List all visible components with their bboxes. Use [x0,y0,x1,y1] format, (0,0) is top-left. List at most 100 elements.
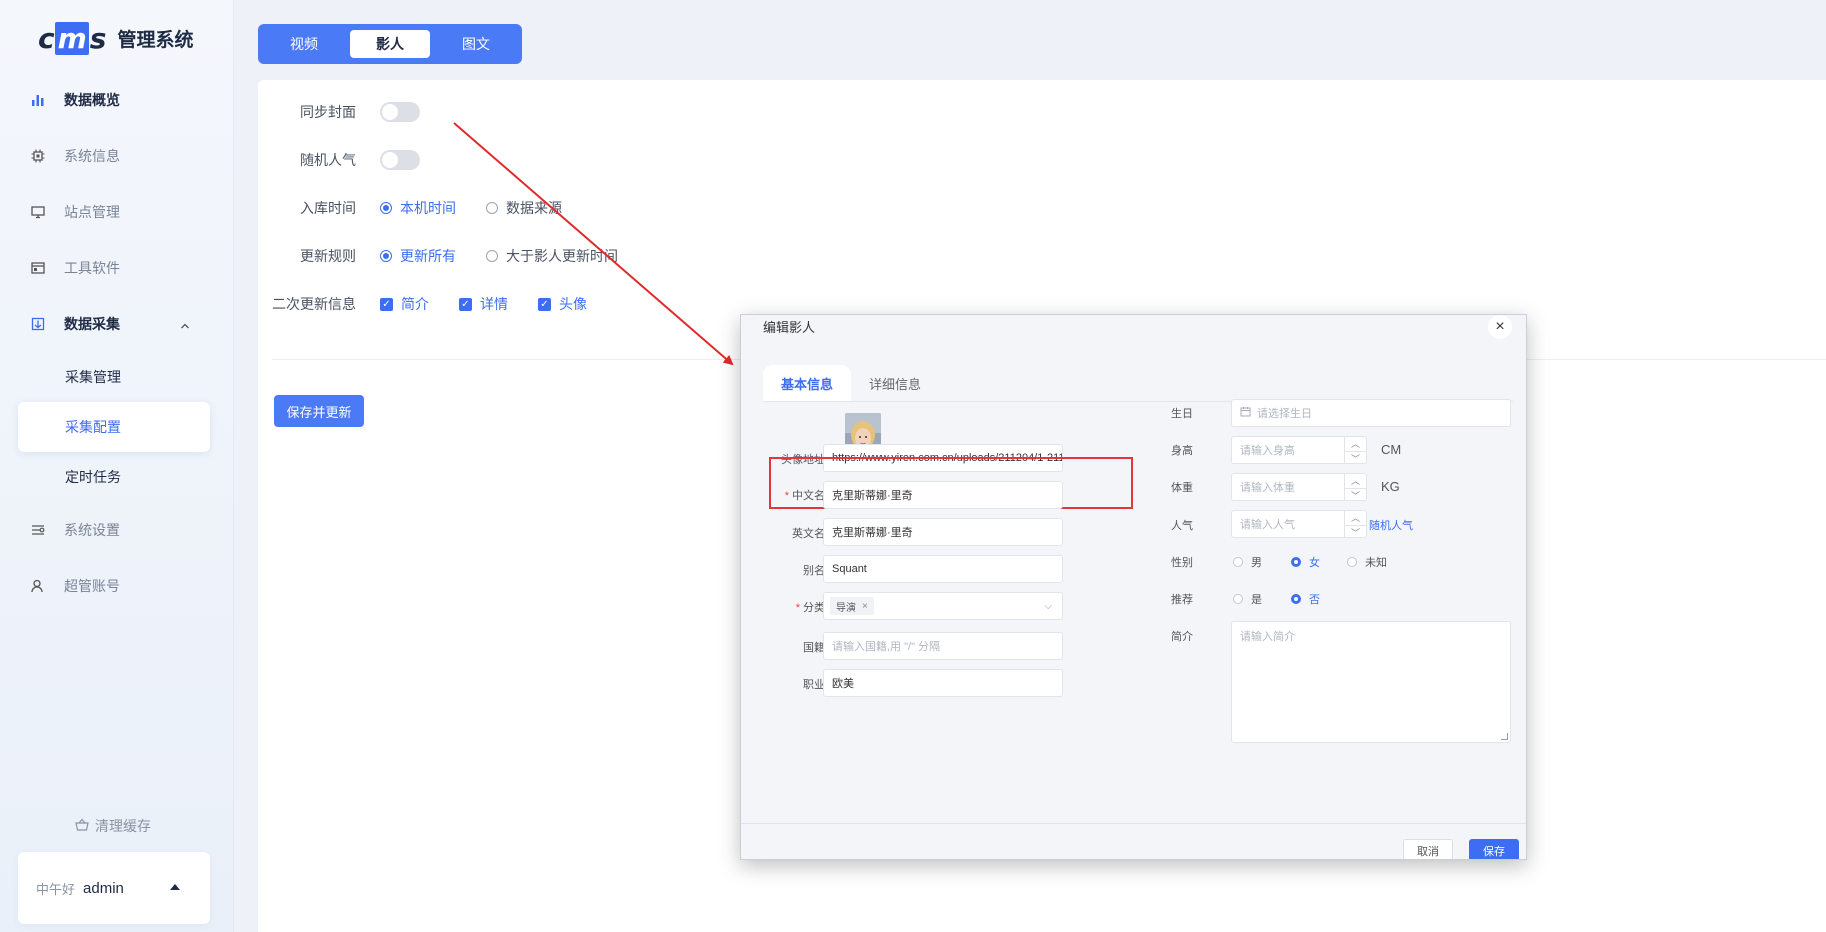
sidebar-item-collect[interactable]: 数据采集 [0,296,234,352]
random-popularity-link[interactable]: 随机人气 [1369,517,1413,533]
weight-unit: KG [1381,479,1400,494]
radio-dot [1291,557,1301,567]
chinese-name-input[interactable]: 克里斯蒂娜·里奇 [823,481,1063,509]
occupation-input[interactable]: 欧美 [823,669,1063,697]
sidebar-item-system-info[interactable]: 系统信息 [0,128,234,184]
dialog-title: 编辑影人 [763,320,816,335]
bar-chart-icon [30,92,46,108]
tab-basic-info[interactable]: 基本信息 [763,365,852,401]
chevron-down-icon[interactable]: ﹀ [1345,452,1366,463]
nationality-input[interactable]: 请输入国籍,用 "/" 分隔 [823,632,1063,660]
category-select[interactable]: 导演 × ⌵ [823,592,1063,620]
save-and-update-button[interactable]: 保存并更新 [274,395,364,427]
checkbox-label: 简介 [401,296,429,312]
radio-dot [1233,557,1243,567]
tab-articles[interactable]: 图文 [436,30,516,58]
update-rule-newer-radio[interactable]: 大于影人更新时间 [486,246,618,266]
tab-video[interactable]: 视频 [264,30,344,58]
intro-textarea[interactable]: 请输入简介 [1231,621,1511,743]
sidebar-subitem-collect-manage[interactable]: 采集管理 [0,352,234,402]
height-stepper[interactable]: ︿ ﹀ [1344,437,1366,463]
chinese-name-label: * 中文名 [784,490,825,502]
english-name-label: 英文名 [792,528,825,540]
gender-female-radio[interactable]: 女 [1291,554,1320,570]
radio-dot [486,202,498,214]
alias-input[interactable]: Squant [823,555,1063,583]
secondary-update-label: 二次更新信息 [272,296,356,312]
radio-dot [1233,594,1243,604]
logo-mark: cms [38,21,106,55]
sidebar-item-settings[interactable]: 系统设置 [0,502,234,558]
weight-stepper[interactable]: ︿ ﹀ [1344,474,1366,500]
save-button[interactable]: 保存 [1469,839,1519,859]
tag-close-icon[interactable]: × [862,601,868,612]
caret-up-icon[interactable] [170,884,180,890]
occupation-label: 职业 [803,679,825,691]
sidebar-item-sites[interactable]: 站点管理 [0,184,234,240]
height-label: 身高 [1171,445,1193,457]
birthday-label: 生日 [1171,408,1193,420]
sidebar-subitem-label: 采集配置 [65,419,121,435]
avatar-checkbox[interactable]: ✓ 头像 [538,294,587,314]
chevron-down-icon[interactable]: ﹀ [1345,489,1366,500]
radio-label: 更新所有 [400,248,456,264]
greeting: 中午好 [36,881,76,897]
sidebar-subitem-label: 采集管理 [65,369,121,385]
popularity-input[interactable]: 请输入人气 ︿ ﹀ [1231,510,1367,538]
radio-label: 本机时间 [400,200,456,216]
checkbox-label: 头像 [559,296,587,312]
cancel-button[interactable]: 取消 [1403,839,1453,859]
intro-checkbox[interactable]: ✓ 简介 [380,294,429,314]
recommend-no-radio[interactable]: 否 [1291,591,1320,607]
recommend-yes-radio[interactable]: 是 [1233,591,1262,607]
random-popularity-switch[interactable] [380,150,420,170]
close-icon[interactable]: × [1488,315,1512,339]
english-name-input[interactable]: 克里斯蒂娜·里奇 [823,518,1063,546]
tab-people[interactable]: 影人 [350,30,430,58]
alias-label: 别名 [803,565,825,577]
gender-label: 性别 [1171,557,1193,569]
radio-dot [380,202,392,214]
sidebar-item-label: 系统信息 [64,148,120,164]
chevron-down-icon[interactable]: ⌵ [1044,601,1052,612]
gender-male-radio[interactable]: 男 [1233,554,1262,570]
clear-cache-button[interactable]: 清理缓存 [75,816,151,836]
sidebar-nav: 数据概览 系统信息 站点管理 工具软件 数据采集 采集管理 采集配置 定时任务 … [0,72,234,614]
storage-time-local-radio[interactable]: 本机时间 [380,198,456,218]
chevron-up-icon[interactable]: ︿ [1345,437,1366,452]
storage-time-row: 入库时间 本机时间 数据来源 [258,196,592,220]
radio-dot [380,250,392,262]
chevron-up-icon[interactable] [180,318,190,334]
birthday-picker[interactable]: 请选择生日 [1231,399,1511,427]
gender-unknown-radio[interactable]: 未知 [1347,554,1387,570]
storage-time-label: 入库时间 [300,200,356,216]
sync-cover-row: 同步封面 [258,100,420,124]
chip-icon [30,148,46,164]
user-menu[interactable]: 中午好 admin [18,852,210,924]
sync-cover-switch[interactable] [380,102,420,122]
chevron-up-icon[interactable]: ︿ [1345,511,1366,526]
chevron-up-icon[interactable]: ︿ [1345,474,1366,489]
update-rule-all-radio[interactable]: 更新所有 [380,246,456,266]
sidebar-item-admin-account[interactable]: 超管账号 [0,558,234,614]
sidebar-item-label: 数据采集 [64,316,120,332]
popularity-stepper[interactable]: ︿ ﹀ [1344,511,1366,537]
storage-time-source-radio[interactable]: 数据来源 [486,198,562,218]
sidebar-item-overview[interactable]: 数据概览 [0,72,234,128]
calendar-icon [1240,406,1251,420]
chevron-down-icon[interactable]: ﹀ [1345,526,1366,537]
radio-label: 数据来源 [506,200,562,216]
check-icon: ✓ [538,297,551,311]
radio-dot [486,250,498,262]
update-rule-row: 更新规则 更新所有 大于影人更新时间 [258,244,648,268]
height-input[interactable]: 请输入身高 ︿ ﹀ [1231,436,1367,464]
tab-detail-info[interactable]: 详细信息 [851,365,939,401]
sidebar-subitem-collect-config[interactable]: 采集配置 [18,402,210,452]
sidebar-item-tools[interactable]: 工具软件 [0,240,234,296]
weight-input[interactable]: 请输入体重 ︿ ﹀ [1231,473,1367,501]
nationality-label: 国籍 [803,642,825,654]
collect-icon [30,316,46,332]
details-checkbox[interactable]: ✓ 详情 [459,294,508,314]
sidebar-subitem-label: 定时任务 [65,469,121,485]
sidebar-subitem-scheduled-tasks[interactable]: 定时任务 [0,452,234,502]
